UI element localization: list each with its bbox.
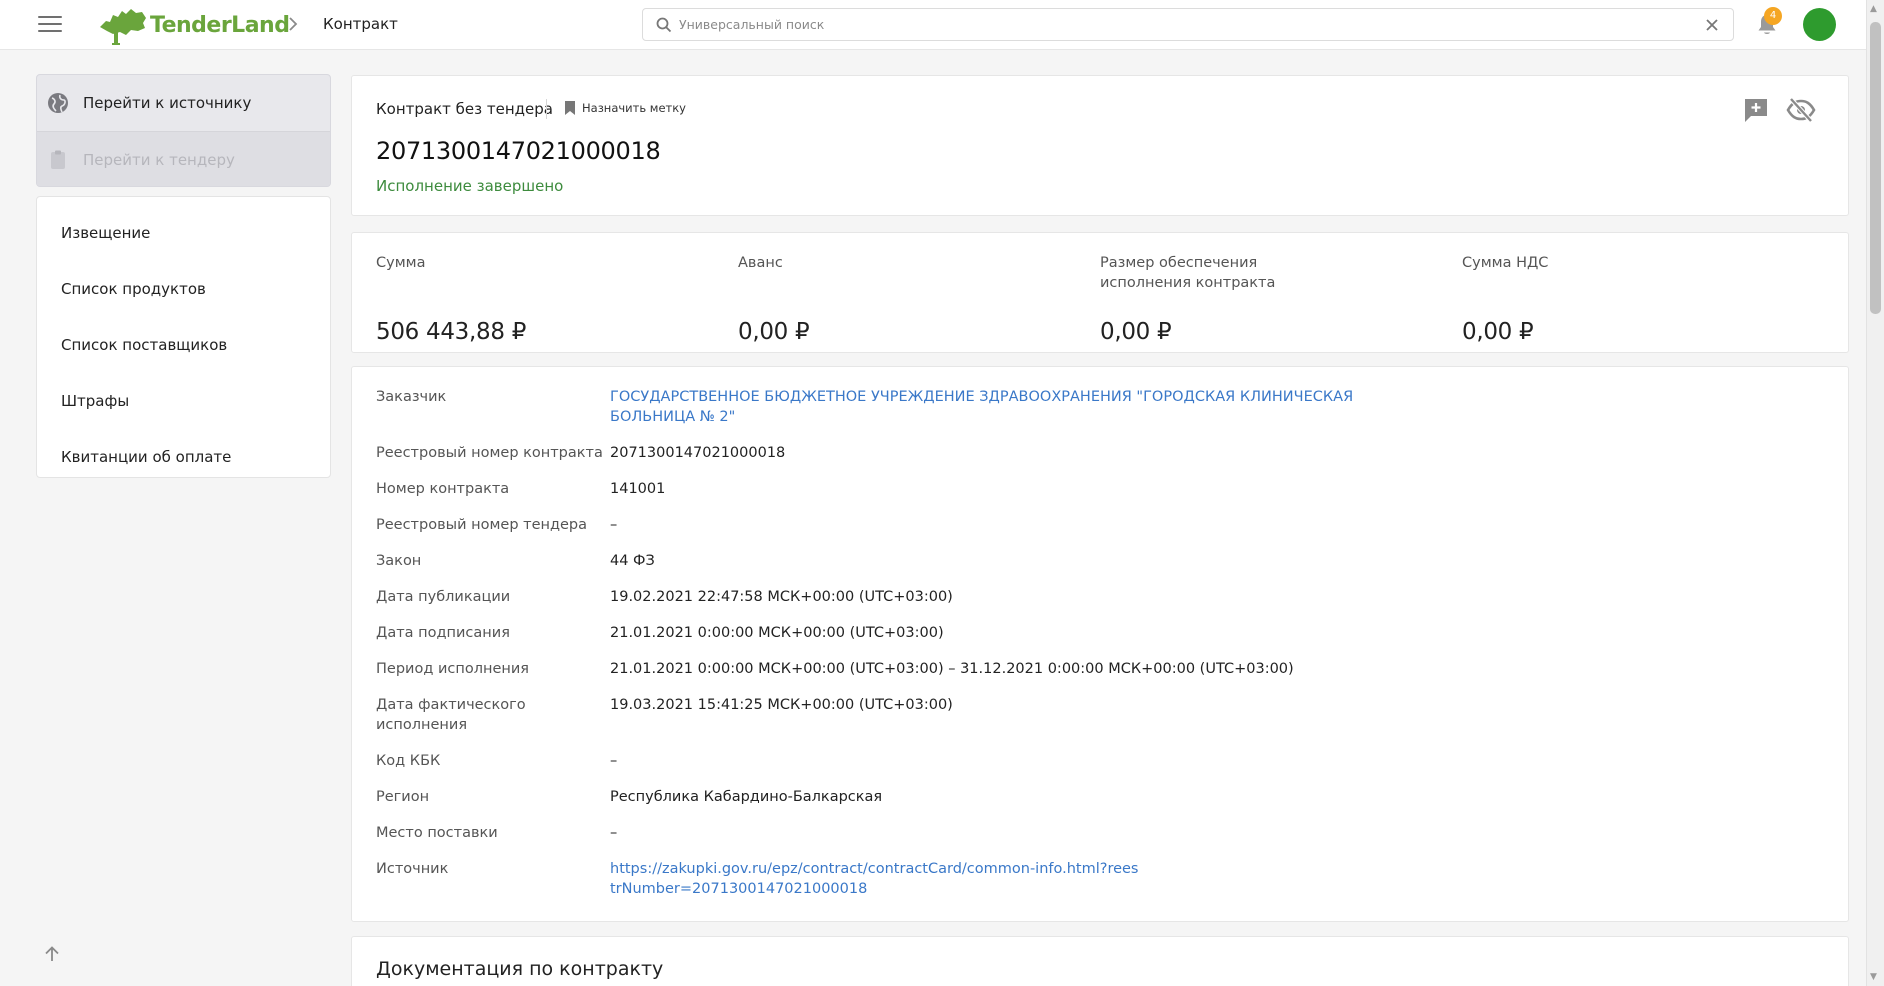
detail-value: 21.01.2021 0:00:00 МСК+00:00 (UTC+03:00)… (610, 661, 1294, 677)
add-note-icon[interactable] (1742, 96, 1770, 124)
detail-label: Реестровый номер контракта (376, 445, 603, 461)
go-to-source-label: Перейти к источнику (83, 94, 252, 112)
sidebar-item-penalties[interactable]: Штрафы (37, 373, 330, 429)
detail-value: – (610, 825, 618, 841)
contract-header-card: Контракт без тендера Назначить метку 207… (351, 75, 1849, 216)
amount-value: 0,00 ₽ (1462, 319, 1534, 345)
source-actions-panel: Перейти к источнику Перейти к тендеру (36, 74, 331, 187)
contract-amounts-card: Сумма 506 443,88 ₽ Аванс 0,00 ₽ Размер о… (351, 232, 1849, 353)
breadcrumb-title: Контракт (323, 15, 398, 33)
amount-label: Сумма НДС (1462, 255, 1549, 271)
detail-value: 141001 (610, 481, 666, 497)
contract-details-card: Заказчик ГОСУДАРСТВЕННОЕ БЮДЖЕТНОЕ УЧРЕЖ… (351, 366, 1849, 922)
detail-value: 21.01.2021 0:00:00 МСК+00:00 (UTC+03:00) (610, 625, 944, 641)
detail-label: Код КБК (376, 753, 441, 769)
detail-value: Республика Кабардино-Балкарская (610, 789, 883, 805)
contract-documents-card: Документация по контракту (351, 936, 1849, 986)
detail-value: 19.02.2021 22:47:58 МСК+00:00 (UTC+03:00… (610, 589, 953, 605)
bookmark-icon (565, 101, 575, 115)
detail-label: Регион (376, 789, 430, 805)
contract-kind: Контракт без тендера (376, 100, 553, 118)
divider (546, 99, 547, 119)
notification-badge: 4 (1764, 7, 1782, 25)
menu-icon[interactable] (38, 16, 62, 34)
detail-value: – (610, 517, 618, 533)
russia-map-logo-icon (100, 9, 146, 45)
detail-label: Дата фактического исполнения (376, 697, 526, 733)
amount-label: Размер обеспечения исполнения контракта (1100, 255, 1276, 291)
avatar[interactable] (1803, 8, 1836, 41)
detail-value: 44 ФЗ (610, 553, 655, 569)
go-to-tender-button: Перейти к тендеру (37, 131, 330, 186)
logo-text: TenderLand (150, 12, 290, 38)
customer-link[interactable]: ГОСУДАРСТВЕННОЕ БЮДЖЕТНОЕ УЧРЕЖДЕНИЕ ЗДР… (610, 387, 1380, 427)
detail-label: Закон (376, 553, 422, 569)
search-icon (656, 17, 672, 33)
status-badge: Исполнение завершено (376, 177, 564, 195)
assign-tag-button[interactable]: Назначить метку (564, 100, 686, 116)
sidebar-item-notice[interactable]: Извещение (37, 205, 330, 261)
search-input[interactable] (679, 9, 1679, 40)
assign-tag-label: Назначить метку (582, 101, 686, 115)
sidebar-item-products[interactable]: Список продуктов (37, 261, 330, 317)
amount-label: Аванс (738, 255, 783, 271)
sidebar-nav: Извещение Список продуктов Список постав… (36, 196, 331, 478)
detail-value: – (610, 753, 618, 769)
source-link[interactable]: https://zakupki.gov.ru/epz/contract/cont… (610, 859, 1140, 899)
detail-value: 19.03.2021 15:41:25 МСК+00:00 (UTC+03:00… (610, 697, 953, 713)
documents-title: Документация по контракту (376, 958, 664, 980)
global-search (642, 8, 1734, 41)
scroll-down-arrow-icon[interactable]: ▼ (1870, 972, 1877, 982)
detail-label: Период исполнения (376, 661, 530, 677)
detail-value: 2071300147021000018 (610, 445, 786, 461)
go-to-source-button[interactable]: Перейти к источнику (37, 75, 330, 131)
detail-label: Заказчик (376, 389, 447, 405)
detail-label: Номер контракта (376, 481, 510, 497)
scrollbar-thumb[interactable] (1870, 22, 1881, 314)
detail-label: Источник (376, 861, 449, 877)
detail-label: Дата подписания (376, 625, 510, 641)
go-to-tender-label: Перейти к тендеру (83, 150, 235, 169)
amount-vat: Сумма НДС 0,00 ₽ (1462, 253, 1802, 345)
amount-total: Сумма 506 443,88 ₽ (376, 253, 716, 345)
detail-label: Реестровый номер тендера (376, 517, 588, 533)
close-icon[interactable] (1703, 16, 1721, 34)
logo[interactable]: TenderLand (98, 4, 290, 46)
contract-number: 2071300147021000018 (376, 137, 661, 165)
scroll-up-arrow-icon[interactable]: ▲ (1870, 4, 1877, 14)
amount-advance: Аванс 0,00 ₽ (738, 253, 1078, 345)
amount-value: 506 443,88 ₽ (376, 319, 527, 345)
sidebar-item-payment-receipts[interactable]: Квитанции об оплате (37, 429, 330, 485)
arrow-up-icon[interactable] (42, 944, 62, 964)
top-bar: TenderLand Контракт 4 (0, 0, 1866, 50)
detail-label: Дата публикации (376, 589, 511, 605)
breadcrumb-chevron-icon (288, 16, 298, 35)
sidebar-item-suppliers[interactable]: Список поставщиков (37, 317, 330, 373)
amount-security: Размер обеспечения исполнения контракта … (1100, 253, 1300, 345)
eye-off-icon[interactable] (1786, 96, 1816, 124)
amount-value: 0,00 ₽ (1100, 319, 1172, 345)
amount-label: Сумма (376, 255, 426, 271)
amount-value: 0,00 ₽ (738, 319, 810, 345)
detail-label: Место поставки (376, 825, 498, 841)
clipboard-icon (51, 150, 65, 169)
globe-icon (48, 93, 68, 113)
